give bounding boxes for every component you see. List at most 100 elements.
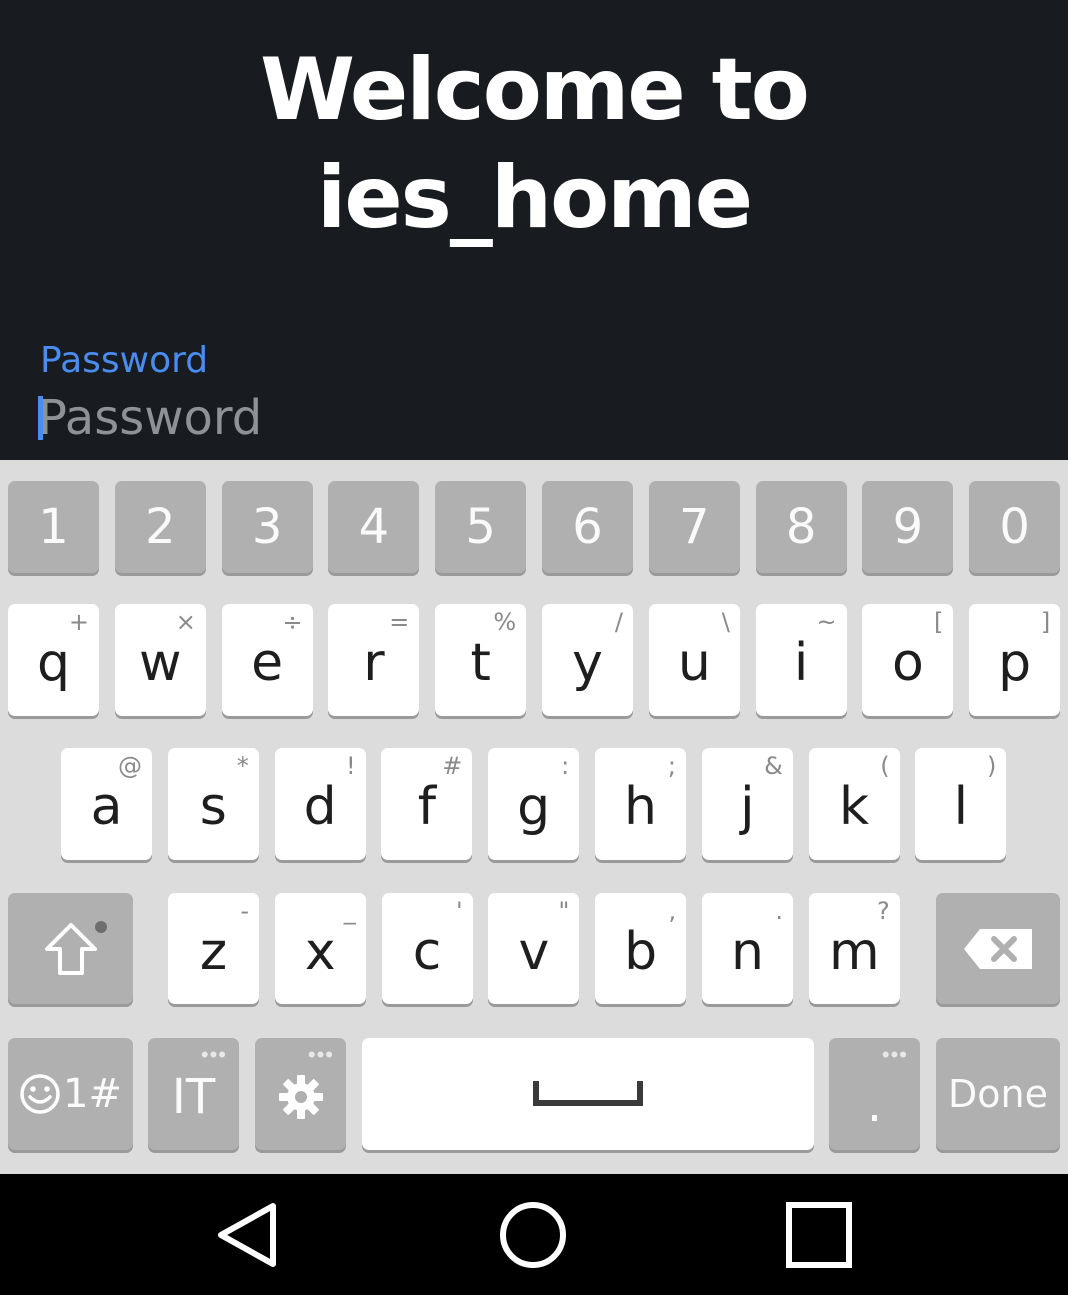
symbols-label: 1#: [63, 1071, 122, 1117]
key-label: s: [199, 777, 227, 837]
key-label: f: [417, 777, 437, 837]
text-cursor: [38, 396, 43, 440]
key-e[interactable]: ÷ e: [221, 604, 313, 716]
key-label: t: [470, 633, 491, 693]
key-h[interactable]: ; h: [595, 748, 686, 860]
key-x[interactable]: _ x: [274, 893, 366, 1004]
key-alt-symbol: *: [236, 752, 249, 780]
back-triangle-icon: [218, 1202, 276, 1267]
password-input[interactable]: [38, 388, 1028, 448]
key-label: v: [518, 921, 550, 982]
back-button[interactable]: [178, 1174, 318, 1295]
navigation-bar: [0, 1174, 1068, 1295]
recents-button[interactable]: [749, 1174, 889, 1295]
key-label: m: [828, 921, 880, 982]
key-alt-symbol: ': [455, 897, 463, 925]
key-alt-symbol: ~: [816, 608, 837, 636]
language-label: IT: [171, 1069, 216, 1125]
key-9[interactable]: 9: [862, 481, 954, 573]
shift-key[interactable]: [8, 893, 133, 1004]
language-key[interactable]: ••• IT: [148, 1038, 239, 1150]
key-alt-symbol: ÷: [282, 608, 303, 636]
key-alt-symbol: -: [240, 897, 249, 925]
key-4[interactable]: 4: [328, 481, 420, 573]
key-n[interactable]: .n: [702, 893, 793, 1004]
key-label: u: [677, 633, 711, 693]
key-label: j: [740, 777, 755, 837]
key-label: l: [953, 777, 969, 837]
key-t[interactable]: % t: [435, 604, 527, 716]
key-label: n: [731, 921, 764, 982]
key-r[interactable]: = r: [328, 604, 420, 716]
key-3[interactable]: 3: [221, 481, 313, 573]
key-2[interactable]: 2: [114, 481, 206, 573]
key-w[interactable]: × w: [114, 604, 206, 716]
key-p[interactable]: ] p: [969, 604, 1061, 716]
period-key[interactable]: ••• .: [829, 1038, 920, 1150]
key-alt-symbol: ]: [1040, 608, 1051, 636]
key-d[interactable]: ! d: [274, 748, 366, 860]
key-alt-symbol: =: [389, 608, 410, 636]
key-alt-symbol: ": [558, 897, 570, 925]
key-a[interactable]: @ a: [61, 748, 152, 860]
backspace-key[interactable]: [936, 893, 1060, 1004]
key-alt-symbol: +: [68, 608, 89, 636]
key-label: a: [90, 777, 123, 837]
key-m[interactable]: ? m: [808, 893, 900, 1004]
key-label: 2: [145, 499, 176, 555]
key-alt-symbol: (: [880, 752, 890, 780]
key-v[interactable]: " v: [488, 893, 580, 1004]
space-key[interactable]: [362, 1038, 814, 1150]
home-button[interactable]: [463, 1174, 603, 1295]
key-5[interactable]: 5: [435, 481, 527, 573]
key-y[interactable]: / y: [542, 604, 633, 716]
key-b[interactable]: ,b: [595, 893, 687, 1004]
key-j[interactable]: & j: [701, 748, 793, 860]
key-l[interactable]: ) l: [915, 748, 1007, 860]
key-alt-symbol: [: [934, 608, 944, 636]
key-label: 6: [572, 499, 603, 555]
key-label: i: [793, 633, 809, 693]
emoji-symbols-key[interactable]: 1#: [8, 1038, 133, 1150]
key-label: o: [891, 633, 924, 693]
welcome-title-line2: ies_home: [316, 148, 753, 248]
key-q[interactable]: + q: [8, 604, 99, 716]
key-s[interactable]: * s: [167, 748, 259, 860]
key-label: 8: [785, 499, 817, 555]
key-u[interactable]: \ u: [648, 604, 740, 716]
backspace-icon: [964, 928, 1032, 969]
key-label: y: [572, 633, 603, 693]
welcome-title: Welcome to ies_home: [0, 36, 1068, 252]
key-label: 1: [38, 499, 69, 555]
key-7[interactable]: 7: [648, 481, 740, 573]
key-label: 0: [999, 499, 1030, 555]
done-key[interactable]: Done: [936, 1038, 1060, 1150]
key-f[interactable]: # f: [381, 748, 473, 860]
key-alt-symbol: _: [343, 897, 356, 925]
more-options-dots: •••: [200, 1042, 227, 1067]
key-z[interactable]: -z: [168, 893, 259, 1004]
shift-indicator-dot: [95, 921, 107, 933]
key-6[interactable]: 6: [542, 481, 633, 573]
key-alt-symbol: ?: [877, 897, 890, 925]
key-label: w: [139, 633, 182, 693]
settings-key[interactable]: •••: [255, 1038, 346, 1150]
key-1[interactable]: 1: [8, 481, 99, 573]
key-k[interactable]: (k: [808, 748, 900, 860]
key-alt-symbol: @: [118, 752, 142, 780]
key-label: h: [624, 777, 657, 837]
key-8[interactable]: 8: [755, 481, 847, 573]
key-label: 7: [679, 499, 710, 555]
key-label: 4: [358, 499, 390, 555]
key-label: z: [199, 921, 228, 982]
key-g[interactable]: :g: [488, 748, 580, 860]
key-o[interactable]: [o: [862, 604, 954, 716]
key-c[interactable]: ' c: [381, 893, 473, 1004]
key-alt-symbol: ): [987, 752, 997, 780]
key-label: k: [839, 777, 870, 837]
key-0[interactable]: 0: [969, 481, 1061, 573]
key-alt-symbol: !: [345, 752, 356, 780]
key-label: g: [517, 777, 551, 837]
key-i[interactable]: ~ i: [755, 604, 847, 716]
key-alt-symbol: \: [721, 608, 730, 636]
